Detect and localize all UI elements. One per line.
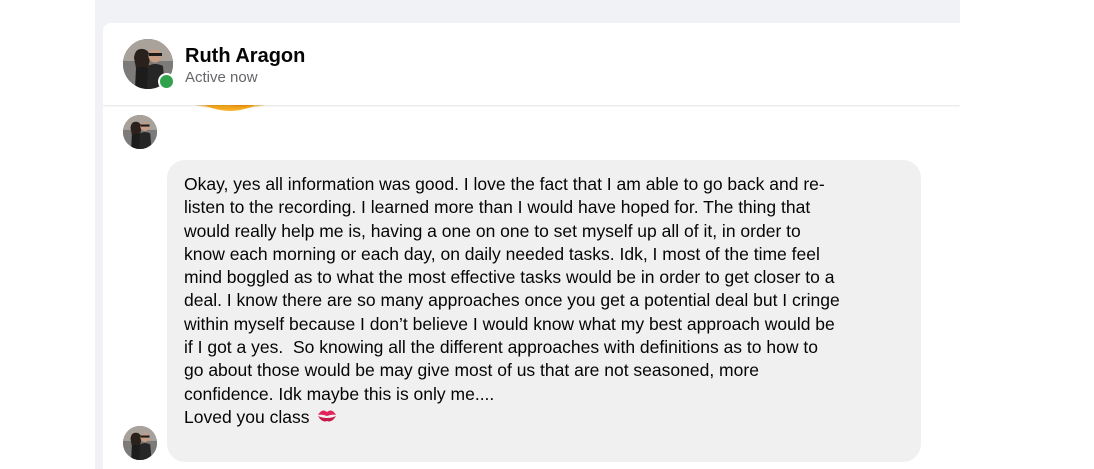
avatar-photo [123,426,157,460]
message-text: Okay, yes all information was good. I lo… [184,174,840,404]
closing-text: Loved you class [184,407,310,428]
contact-name[interactable]: Ruth Aragon [185,45,305,68]
message-avatar[interactable] [123,115,157,149]
contact-status: Active now [185,69,258,86]
kiss-mark-icon [316,406,338,430]
avatar-photo [123,115,157,149]
presence-indicator [158,73,175,90]
message-bubble[interactable]: Okay, yes all information was good. I lo… [167,160,921,462]
chat-window: Ruth Aragon Active now Okay, yes all inf… [103,23,960,469]
chat-header: Ruth Aragon Active now [103,23,960,105]
message-closing-line: Loved you class [184,406,905,430]
message-avatar[interactable] [123,426,157,460]
